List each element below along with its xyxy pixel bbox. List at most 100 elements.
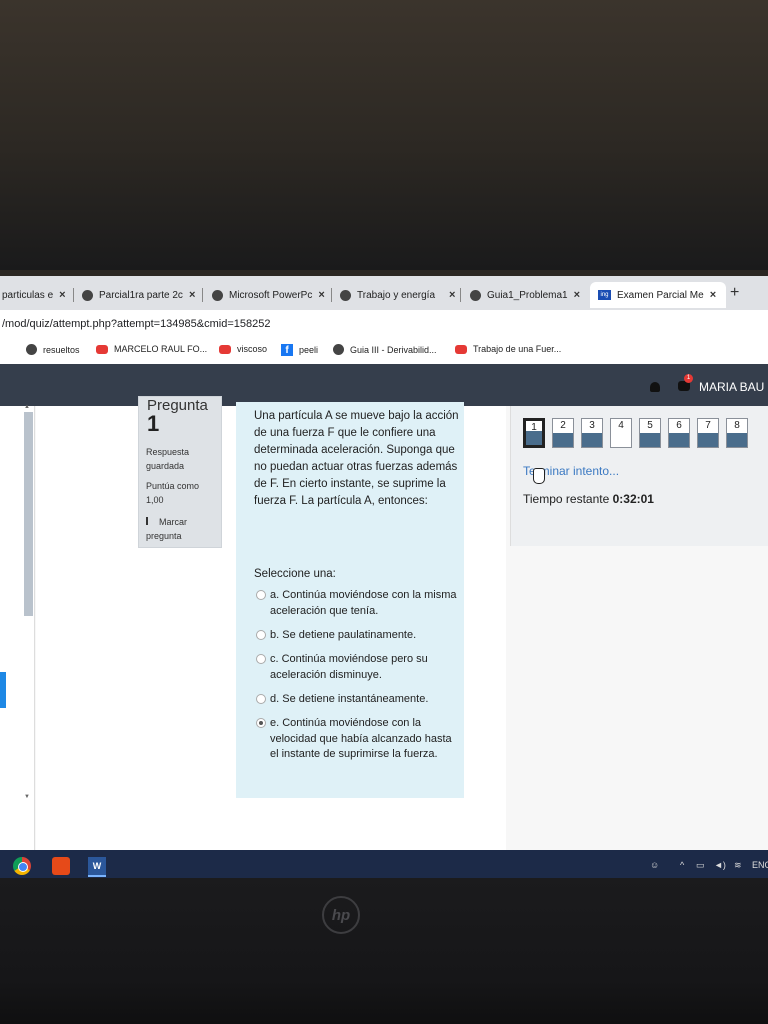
globe-icon xyxy=(340,289,351,301)
tab-particulas[interactable]: particulas e × xyxy=(2,282,68,308)
youtube-icon xyxy=(96,344,108,354)
youtube-icon xyxy=(219,344,231,354)
close-icon[interactable]: × xyxy=(449,289,455,301)
scrollbar-thumb[interactable] xyxy=(24,412,33,616)
answered-indicator xyxy=(698,433,718,447)
answered-indicator xyxy=(669,433,689,447)
word-icon[interactable]: W xyxy=(88,857,106,877)
option-e-radio[interactable] xyxy=(256,718,266,728)
page-content: ▲ ▼ Pregunta 1 Respuesta guardada Puntúa… xyxy=(0,396,768,850)
new-tab-button[interactable]: + xyxy=(730,284,739,302)
close-icon[interactable]: × xyxy=(318,289,324,301)
speaker-icon[interactable]: ◄) xyxy=(714,860,726,870)
time-label: Tiempo restante xyxy=(523,492,610,506)
flag-question-link[interactable]: Marcar pregunta xyxy=(146,515,218,543)
tab-examen-parcial[interactable]: ing Examen Parcial Me × xyxy=(590,282,726,308)
url-text[interactable]: /mod/quiz/attempt.php?attempt=134985&cmi… xyxy=(2,318,270,330)
option-e-label[interactable]: e. Continúa moviéndose con la velocidad … xyxy=(270,716,460,763)
question-score: Puntúa como 1,00 xyxy=(146,481,200,505)
laptop-bezel-bottom xyxy=(0,878,768,1024)
quiz-nav-button-7[interactable]: 7 xyxy=(697,418,719,448)
quiz-nav-button-8[interactable]: 8 xyxy=(726,418,748,448)
close-icon[interactable]: × xyxy=(574,289,580,301)
chrome-icon[interactable] xyxy=(13,857,31,875)
question-status: Respuesta guardada xyxy=(146,447,190,471)
nav-button-number: 2 xyxy=(560,420,566,431)
notification-badge: 1 xyxy=(684,374,693,383)
option-a-radio[interactable] xyxy=(256,590,266,600)
answer-prompt: Seleccione una: xyxy=(254,568,336,580)
quiz-navigation: 1 2 3 4 5 6 7 8 Terminar intento... Tiem… xyxy=(510,406,768,546)
quiz-nav-button-1[interactable]: 1 xyxy=(523,418,545,448)
close-icon[interactable]: × xyxy=(710,289,716,301)
bookmark-guia-iii[interactable]: Guia III - Derivabilid... xyxy=(333,344,437,355)
drawer-accent xyxy=(0,672,6,708)
tab-guia1[interactable]: Guia1_Problema1 × xyxy=(470,282,584,308)
office-icon[interactable] xyxy=(52,857,70,875)
answered-indicator xyxy=(640,433,660,447)
scroll-down-arrow-icon[interactable]: ▼ xyxy=(24,794,30,800)
bookmark-label: peeli xyxy=(299,345,319,355)
hp-logo: hp xyxy=(322,896,360,934)
quiz-nav-button-5[interactable]: 5 xyxy=(639,418,661,448)
nav-button-number: 4 xyxy=(618,420,624,431)
tab-separator xyxy=(331,288,332,302)
tab-separator xyxy=(73,288,74,302)
bookmark-resueltos[interactable]: resueltos xyxy=(26,344,80,355)
user-menu[interactable]: MARIA BAU xyxy=(699,380,764,394)
youtube-icon xyxy=(455,344,467,354)
time-remaining: Tiempo restante 0:32:01 xyxy=(523,492,654,506)
bookmark-viscoso[interactable]: viscoso xyxy=(219,344,267,354)
option-b-label[interactable]: b. Se detiene paulatinamente. xyxy=(270,628,460,644)
bookmark-label: MARCELO RAUL FO... xyxy=(114,344,208,354)
tab-label: Guia1_Problema1 xyxy=(487,289,568,301)
tab-label: Parcial1ra parte 2c xyxy=(99,289,183,301)
tab-label: Trabajo y energía xyxy=(357,289,436,301)
tab-separator xyxy=(202,288,203,302)
quiz-nav-button-3[interactable]: 3 xyxy=(581,418,603,448)
bookmark-label: viscoso xyxy=(237,344,268,354)
nav-button-number: 7 xyxy=(705,420,711,431)
quiz-nav-button-4[interactable]: 4 xyxy=(610,418,632,448)
close-icon[interactable]: × xyxy=(59,289,65,301)
address-bar[interactable]: /mod/quiz/attempt.php?attempt=134985&cmi… xyxy=(0,310,768,339)
tab-label: particulas e xyxy=(2,289,54,301)
nav-button-number: 8 xyxy=(734,420,740,431)
tab-trabajo-energia[interactable]: Trabajo y energía × xyxy=(340,282,456,308)
bookmark-label: Guia III - Derivabilid... xyxy=(350,344,437,355)
wifi-icon[interactable]: ≋ xyxy=(734,860,742,871)
quiz-nav-button-2[interactable]: 2 xyxy=(552,418,574,448)
tab-parcial[interactable]: Parcial1ra parte 2c × xyxy=(82,282,198,308)
language-indicator[interactable]: ENG xyxy=(752,860,768,870)
tab-bar: particulas e × Parcial1ra parte 2c × Mic… xyxy=(0,276,768,310)
tab-powerpoint[interactable]: Microsoft PowerPc × xyxy=(212,282,328,308)
moodle-navbar: 1 MARIA BAU xyxy=(0,364,768,406)
globe-icon xyxy=(333,344,344,355)
moodle-favicon-icon: ing xyxy=(598,290,611,300)
bookmark-peeli[interactable]: f peeli xyxy=(281,344,318,356)
option-a-label[interactable]: a. Continúa moviéndose con la misma acel… xyxy=(270,588,460,619)
globe-icon xyxy=(470,289,481,301)
option-c-label[interactable]: c. Continúa moviéndose pero su aceleraci… xyxy=(270,652,460,683)
option-d-label[interactable]: d. Se detiene instantáneamente. xyxy=(270,692,460,708)
quiz-nav-button-6[interactable]: 6 xyxy=(668,418,690,448)
option-b-radio[interactable] xyxy=(256,630,266,640)
left-drawer: ▲ ▼ xyxy=(0,404,35,850)
bookmark-label: resueltos xyxy=(43,344,80,355)
time-value: 0:32:01 xyxy=(612,492,654,506)
scroll-up-arrow-icon[interactable]: ▲ xyxy=(24,404,30,410)
tab-label: Microsoft PowerPc xyxy=(229,289,313,301)
globe-icon xyxy=(26,344,37,355)
option-c-radio[interactable] xyxy=(256,654,266,664)
tray-chevron-icon[interactable]: ^ xyxy=(680,860,684,870)
bookmarks-bar: resueltos MARCELO RAUL FO... viscoso f p… xyxy=(0,338,768,365)
bookmark-trabajo-fuerza[interactable]: Trabajo de una Fuer... xyxy=(455,344,561,354)
bookmark-marcelo[interactable]: MARCELO RAUL FO... xyxy=(96,344,207,354)
option-d-radio[interactable] xyxy=(256,694,266,704)
bell-icon[interactable] xyxy=(650,382,660,392)
question-info-box: Pregunta 1 Respuesta guardada Puntúa com… xyxy=(138,396,222,548)
people-icon[interactable]: ☺ xyxy=(650,860,659,870)
close-icon[interactable]: × xyxy=(189,289,195,301)
battery-icon[interactable]: ▭ xyxy=(696,860,705,871)
nav-button-number: 5 xyxy=(647,420,653,431)
